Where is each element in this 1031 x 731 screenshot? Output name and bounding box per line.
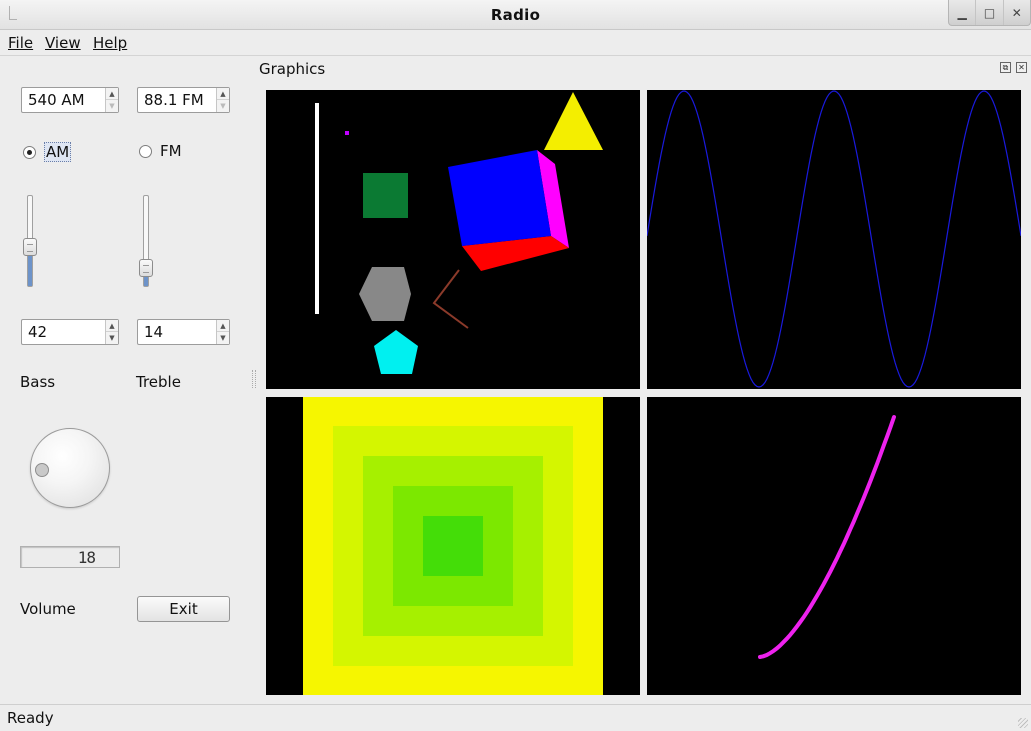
treble-spinbox[interactable]: 14 ▲ ▼ [137,319,230,345]
exit-button[interactable]: Exit [137,596,230,622]
treble-slider[interactable] [139,195,153,287]
fm-frequency-value: 88.1 FM [144,91,204,109]
fm-frequency-spinbox[interactable]: 88.1 FM ▲ ▼ [137,87,230,113]
am-frequency-down-arrow[interactable]: ▼ [106,100,118,112]
fm-radio-label: FM [160,142,182,160]
treble-down-arrow[interactable]: ▼ [217,332,229,344]
status-bar: Ready [0,704,1031,731]
gray-hexagon-shape [359,267,411,321]
fm-radio-button[interactable] [139,144,152,158]
status-text: Ready [7,709,54,727]
am-radio-label: AM [44,142,72,162]
am-frequency-value: 540 AM [28,91,85,109]
volume-lcd-digits: 18 [77,548,96,567]
green-square-shape [363,173,408,218]
volume-label: Volume [20,600,76,618]
bass-slider-handle[interactable] [23,237,37,256]
dock-float-icon[interactable]: ⧉ [1000,62,1011,73]
bass-up-arrow[interactable]: ▲ [106,320,118,332]
purple-dot-shape [345,131,349,135]
menu-file[interactable]: File [8,34,33,52]
volume-dial[interactable] [30,428,110,508]
title-bar: Radio ▁ □ ✕ [0,0,1031,30]
close-button[interactable]: ✕ [1004,0,1030,25]
minimize-button[interactable]: ▁ [949,0,977,25]
am-radio-button[interactable] [23,145,36,159]
brown-polyline-shape [432,269,469,329]
cube-front-face [448,150,551,246]
bass-down-arrow[interactable]: ▼ [106,332,118,344]
size-grip-icon[interactable] [1018,718,1028,728]
shapes-canvas [266,90,640,389]
am-frequency-up-arrow[interactable]: ▲ [106,88,118,100]
window-title: Radio [490,6,541,24]
bass-label: Bass [20,373,56,391]
yellow-triangle-shape [544,92,603,150]
fm-radio-option[interactable]: FM [139,142,182,160]
am-radio-option[interactable]: AM [23,142,72,162]
dock-splitter-handle[interactable] [252,370,256,388]
fm-frequency-up-arrow[interactable]: ▲ [217,88,229,100]
nested-square-5 [423,516,483,576]
cosine-wave-line [647,90,1021,388]
wave-canvas [647,90,1021,389]
cyan-pentagon-shape [374,330,418,374]
bass-slider[interactable] [23,195,37,287]
menu-help[interactable]: Help [93,34,127,52]
dock-close-icon[interactable]: ✕ [1016,62,1027,73]
treble-slider-handle[interactable] [139,258,153,277]
volume-dial-notch [35,463,49,477]
white-bar-shape [315,103,319,314]
nested-squares-canvas [266,397,640,695]
am-frequency-spinbox[interactable]: 540 AM ▲ ▼ [21,87,119,113]
treble-up-arrow[interactable]: ▲ [217,320,229,332]
bass-value: 42 [28,323,48,341]
bass-spinbox[interactable]: 42 ▲ ▼ [21,319,119,345]
volume-lcd-display: 18 [20,546,120,568]
treble-value: 14 [144,323,164,341]
window-controls: ▁ □ ✕ [948,0,1031,26]
menu-view[interactable]: View [45,34,81,52]
graphics-dock-title: Graphics [259,60,326,78]
treble-label: Treble [136,373,181,391]
magenta-curve-line [758,415,896,659]
fm-frequency-down-arrow[interactable]: ▼ [217,100,229,112]
curve-canvas [647,397,1021,695]
menu-bar: File View Help [0,30,1031,56]
maximize-button[interactable]: □ [976,0,1004,25]
